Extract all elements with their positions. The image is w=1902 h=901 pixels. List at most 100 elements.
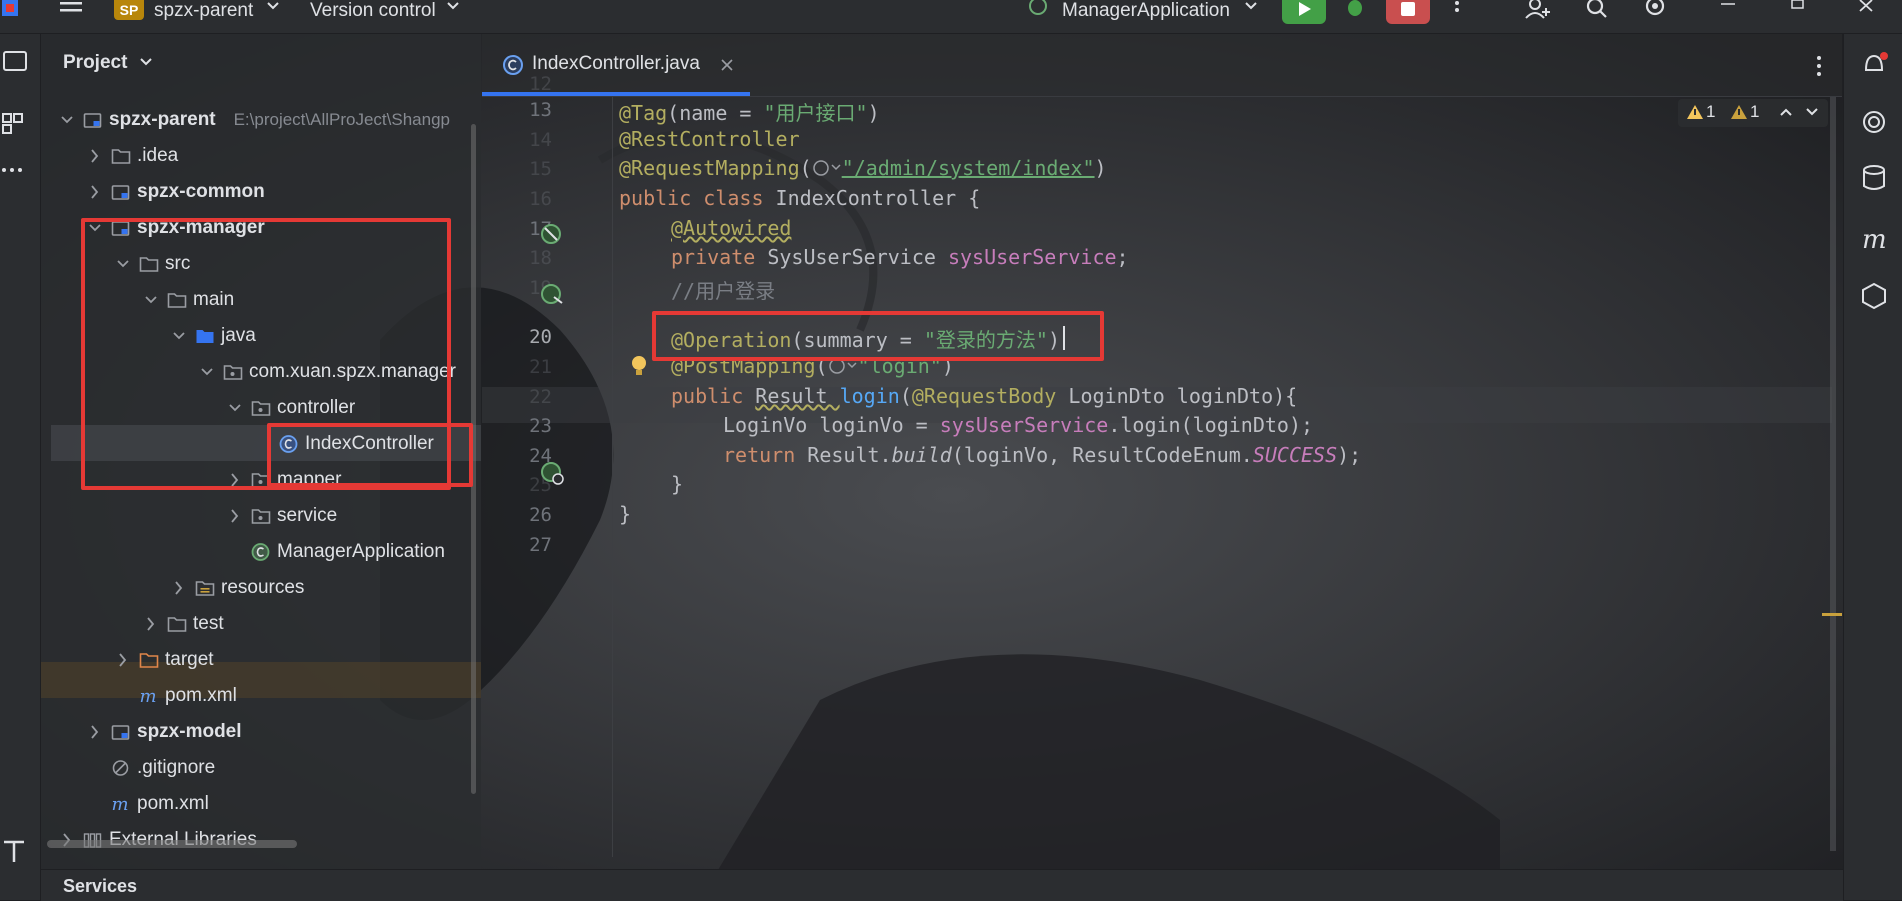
code-line-23: LoginVo loginVo = sysUserService.login(l… — [723, 413, 1313, 437]
code-token: ) — [1094, 156, 1107, 180]
autowired-gutter-icon[interactable] — [540, 283, 566, 307]
more-tools-icon[interactable] — [0, 154, 36, 186]
notifications-icon[interactable] — [1858, 48, 1890, 80]
project-tool-icon[interactable] — [0, 46, 36, 78]
tree-item-label: service — [277, 505, 338, 526]
maven-icon: m — [112, 795, 129, 813]
code-line-25: } — [671, 472, 684, 496]
line-number: 12 — [529, 73, 552, 95]
inspection-widget[interactable]: 1 1 — [1678, 99, 1828, 127]
search-icon[interactable] — [1584, 0, 1610, 22]
chevron-right-icon[interactable] — [89, 138, 101, 174]
tree-item-label: target — [165, 649, 214, 670]
line-number: 26 — [529, 504, 552, 526]
stop-button[interactable] — [1386, 0, 1430, 24]
structure-tool-icon[interactable] — [0, 108, 36, 140]
code-token: (name = — [667, 101, 764, 125]
warning-stripe-marker[interactable] — [1822, 613, 1842, 616]
lightbulb-icon[interactable] — [628, 353, 650, 379]
build-tool-icon[interactable] — [0, 834, 36, 866]
line-number: 23 — [529, 415, 552, 437]
main-toolbar: SP spzx-parent Version control ManagerAp… — [0, 0, 1902, 34]
annotation-token: @RequestMapping — [619, 156, 800, 180]
app-logo-icon — [2, 0, 18, 16]
string-token: "用户接口" — [763, 101, 868, 125]
play-icon — [1299, 2, 1311, 16]
code-line-16: public class IndexController { — [619, 186, 980, 210]
svg-text:m: m — [140, 687, 157, 705]
gear-icon[interactable] — [1642, 0, 1668, 22]
services-tab[interactable]: Services — [63, 876, 137, 897]
run-button[interactable] — [1282, 0, 1326, 24]
resources-folder-icon — [195, 581, 215, 596]
chevron-right-icon[interactable] — [145, 606, 157, 642]
code-token: ) — [867, 101, 880, 125]
folder-icon — [111, 149, 131, 164]
tree-item-label: spzx-model — [137, 721, 242, 742]
gutter-separator — [612, 97, 613, 857]
more-options-icon[interactable] — [1450, 0, 1464, 22]
chevron-down-icon[interactable] — [61, 102, 73, 138]
code-token: Result. — [807, 443, 892, 467]
close-tab-icon[interactable] — [720, 58, 734, 72]
maven-icon: m — [140, 687, 157, 705]
chevron-down-icon — [447, 2, 459, 10]
tree-item-label: spzx-parent — [109, 109, 216, 130]
line-number: 22 — [529, 386, 552, 408]
module-icon — [111, 725, 130, 740]
chevron-right-icon[interactable] — [89, 174, 101, 210]
project-badge[interactable]: SP — [114, 0, 144, 20]
ai-assistant-icon[interactable] — [1858, 106, 1890, 138]
string-token[interactable]: "/admin/system/index" — [842, 156, 1095, 180]
no-bean-gutter-icon[interactable] — [540, 223, 564, 247]
highlight-box-operation — [652, 311, 1104, 361]
project-selector[interactable]: spzx-parent — [154, 0, 253, 22]
chevron-right-icon[interactable] — [117, 642, 129, 678]
tab-label: IndexController.java — [532, 53, 700, 74]
keyword-token: public class — [619, 186, 776, 210]
add-user-icon[interactable] — [1524, 0, 1552, 22]
warnings-count: 1 — [1706, 102, 1716, 121]
method-token: login — [839, 384, 900, 408]
vcs-selector[interactable]: Version control — [310, 0, 436, 22]
line-number: 13 — [529, 99, 552, 121]
editor-scrollbar[interactable] — [1830, 97, 1836, 851]
tree-horizontal-scrollbar[interactable] — [47, 840, 297, 848]
stop-icon — [1401, 2, 1415, 16]
tree-item-label: ManagerApplication — [277, 541, 445, 562]
tree-item-label: pom.xml — [165, 685, 237, 706]
svg-text:m: m — [1862, 225, 1887, 254]
chevron-down-icon[interactable] — [1804, 105, 1820, 119]
keyword-token: public — [671, 384, 756, 408]
chevron-up-icon[interactable] — [1778, 105, 1794, 119]
module-icon — [83, 113, 102, 128]
excluded-row-highlight — [41, 662, 481, 698]
web-globe-icon[interactable] — [812, 159, 842, 177]
plugin-icon[interactable] — [1858, 280, 1890, 312]
debug-icon[interactable] — [1340, 0, 1370, 22]
svg-text:m: m — [112, 795, 129, 813]
code-token: IndexController { — [775, 186, 981, 210]
main-menu-icon[interactable] — [58, 0, 84, 22]
ignore-icon — [112, 760, 129, 776]
maximize-window-icon[interactable] — [1788, 0, 1808, 22]
tree-item-label: pom.xml — [137, 793, 209, 814]
chevron-right-icon[interactable] — [89, 714, 101, 750]
run-config-selector[interactable]: ManagerApplication — [1062, 0, 1230, 22]
field-token: sysUserService — [939, 413, 1109, 437]
code-editor[interactable]: 12 13 14 15 16 17 18 19 20 21 22 23 24 25 26 27 @Tag(na… — [482, 73, 1842, 869]
code-line-24: return Result.build(loginVo, ResultCodeE… — [723, 443, 1361, 467]
chevron-right-icon[interactable] — [173, 570, 185, 606]
endpoint-gutter-icon[interactable] — [540, 461, 566, 485]
close-window-icon[interactable] — [1856, 0, 1878, 22]
weak-warning-icon — [1731, 105, 1747, 119]
project-panel-title[interactable]: Project — [63, 52, 153, 74]
chevron-right-icon[interactable] — [229, 498, 241, 534]
minimize-window-icon[interactable] — [1718, 0, 1738, 22]
annotation-token: @Tag — [619, 101, 668, 125]
database-icon[interactable] — [1858, 162, 1890, 194]
maven-icon[interactable]: m — [1858, 222, 1890, 254]
code-token: Result — [755, 384, 840, 408]
more-options-icon[interactable] — [1812, 54, 1826, 78]
spring-run-config-icon — [1029, 0, 1047, 15]
